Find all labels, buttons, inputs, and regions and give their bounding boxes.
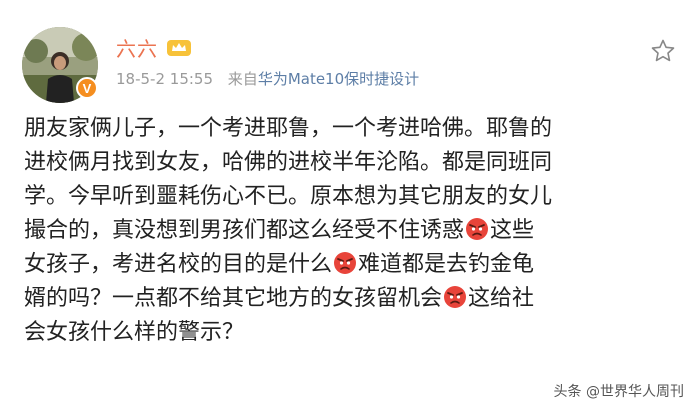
post-content: 朋友家俩儿子，一个考进耶鲁，一个考进哈佛。耶鲁的 进校俩月找到女友，哈佛的进校半年… [24, 112, 684, 350]
favorite-star-icon[interactable] [650, 38, 676, 64]
angry-face-icon [444, 286, 467, 308]
post-meta: 18-5-2 15:55 来自华为Mate10保时捷设计 [116, 68, 419, 89]
post-content-text: 学。今早听到噩耗伤心不已。原本想为其它朋友的女儿 [24, 184, 553, 209]
post-content-line: 撮合的，真没想到男孩们都这么经受不住诱惑 这些 [24, 214, 684, 248]
post-content-text: 进校俩月找到女友，哈佛的进校半年沦陷。都是同班同 [24, 150, 553, 175]
post-content-text: 这些 [490, 218, 535, 243]
post-content-text: 难道都是去钓金龟 [358, 252, 535, 277]
post-content-line: 朋友家俩儿子，一个考进耶鲁，一个考进哈佛。耶鲁的 [24, 112, 684, 146]
post-content-line: 进校俩月找到女友，哈佛的进校半年沦陷。都是同班同 [24, 146, 684, 180]
svg-text:V: V [83, 81, 92, 96]
member-crown-icon [167, 39, 191, 56]
watermark: 头条 @世界华人周刊 [554, 381, 684, 401]
post-content-line: 婿的吗？一点都不给其它地方的女孩留机会 这给社 [24, 282, 684, 316]
source-prefix: 来自 [227, 70, 258, 88]
post-content-line: 女孩子，考进名校的目的是什么 难道都是去钓金龟 [24, 248, 684, 282]
username-row: 六六 [116, 33, 192, 62]
post-content-line: 会女孩什么样的警示？ [24, 316, 684, 350]
watermark-text: 头条 @世界华人周刊 [553, 384, 684, 400]
post-content-text: 撮合的，真没想到男孩们都这么经受不住诱惑 [24, 218, 465, 243]
weibo-post-card: V 六六 18-5-2 15:55 来自华为Mate10保时捷设计 朋友家俩儿子… [0, 0, 700, 413]
username[interactable]: 六六 [116, 33, 158, 62]
post-content-line: 学。今早听到噩耗伤心不已。原本想为其它朋友的女儿 [24, 180, 684, 214]
post-time: 15:55 [169, 70, 214, 88]
angry-face-icon [466, 218, 489, 240]
post-content-text: 会女孩什么样的警示？ [24, 320, 245, 345]
angry-face-icon [334, 252, 357, 274]
post-content-text: 婿的吗？一点都不给其它地方的女孩留机会 [24, 286, 443, 311]
post-content-text: 朋友家俩儿子，一个考进耶鲁，一个考进哈佛。耶鲁的 [24, 116, 553, 141]
source-link[interactable]: 华为Mate10保时捷设计 [258, 70, 419, 88]
post-date-text: 18-5-2 [116, 70, 165, 88]
verified-badge-icon: V [76, 77, 98, 99]
post-content-text: 这给社 [468, 286, 535, 311]
post-date: 18-5-2 15:55 [116, 70, 218, 88]
post-content-text: 女孩子，考进名校的目的是什么 [24, 252, 333, 277]
